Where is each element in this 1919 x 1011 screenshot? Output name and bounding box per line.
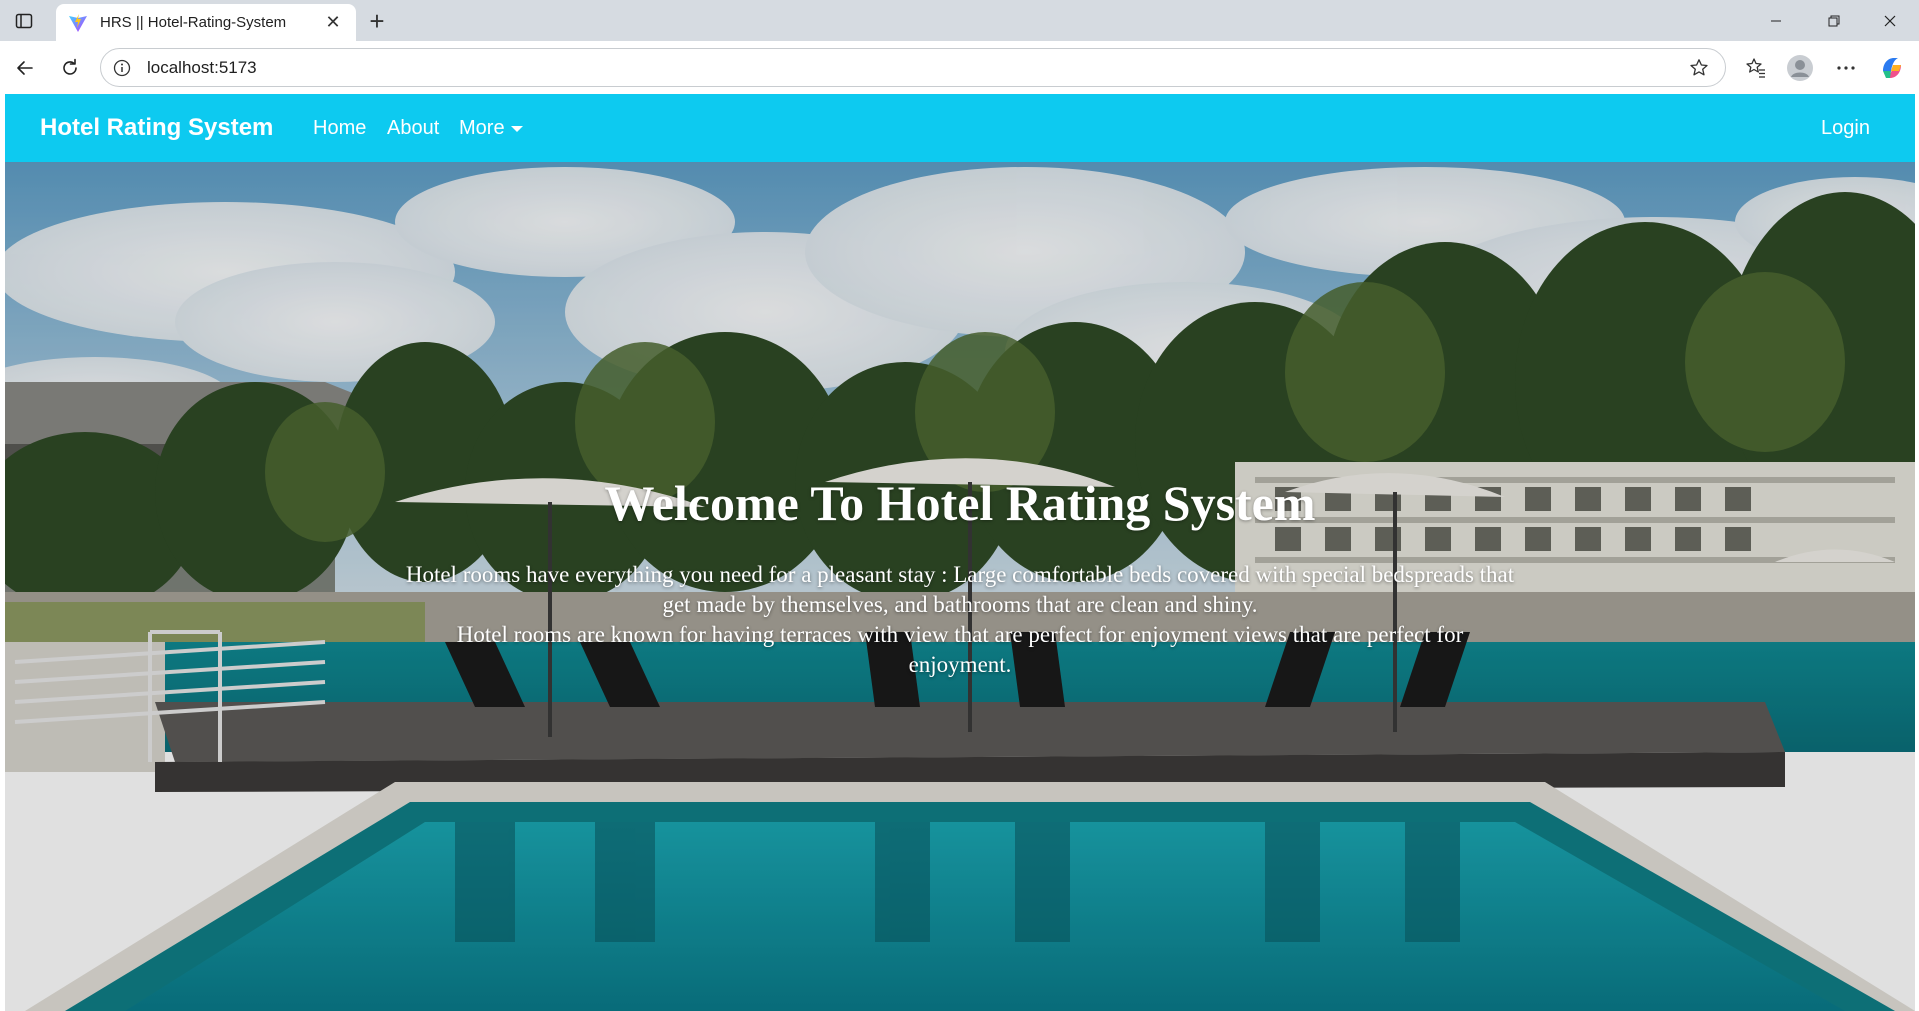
vite-logo-icon	[68, 13, 88, 33]
address-bar[interactable]: localhost:5173	[100, 48, 1726, 87]
caret-down-icon	[510, 125, 523, 132]
reload-icon[interactable]	[55, 53, 85, 83]
hero-title: Welcome To Hotel Rating System	[604, 475, 1316, 531]
browser-toolbar: localhost:5173	[0, 41, 1919, 94]
nav-link-home[interactable]: Home	[313, 117, 366, 140]
new-tab-button[interactable]: +	[362, 8, 392, 34]
nav-link-about[interactable]: About	[387, 117, 439, 140]
minimize-icon[interactable]	[1753, 0, 1799, 41]
nav-link-login[interactable]: Login	[1821, 117, 1870, 140]
back-arrow-icon[interactable]	[10, 53, 40, 83]
hero-paragraph-2: Hotel rooms are known for having terrace…	[456, 622, 1464, 677]
navbar-brand[interactable]: Hotel Rating System	[40, 114, 273, 142]
site-navbar: Hotel Rating System Home About More Logi…	[5, 94, 1915, 162]
nav-dropdown-more-label: More	[459, 117, 505, 139]
site-info-icon[interactable]	[111, 57, 133, 79]
url-text[interactable]: localhost:5173	[147, 58, 1685, 78]
favorite-star-icon[interactable]	[1685, 54, 1713, 82]
close-window-icon[interactable]	[1867, 0, 1913, 41]
hero-paragraph-1: Hotel rooms have everything you need for…	[405, 562, 1515, 617]
favorites-icon[interactable]	[1740, 52, 1772, 84]
nav-dropdown-more[interactable]: More	[459, 117, 523, 140]
hero-section: Welcome To Hotel Rating System Hotel roo…	[5, 162, 1915, 1011]
more-options-icon[interactable]	[1830, 52, 1862, 84]
profile-avatar-icon[interactable]	[1784, 52, 1816, 84]
tab-title: HRS || Hotel-Rating-System	[100, 14, 287, 31]
close-tab-icon[interactable]: ✕	[322, 12, 344, 34]
browser-tab-active[interactable]: HRS || Hotel-Rating-System ✕	[56, 4, 356, 41]
hero-description: Hotel rooms have everything you need for…	[405, 560, 1515, 680]
browser-tab-bar: HRS || Hotel-Rating-System ✕ +	[0, 0, 1919, 41]
tab-actions-icon[interactable]	[6, 8, 42, 34]
copilot-icon[interactable]	[1876, 52, 1908, 84]
restore-icon[interactable]	[1811, 0, 1857, 41]
page-viewport: Hotel Rating System Home About More Logi…	[5, 94, 1915, 1011]
